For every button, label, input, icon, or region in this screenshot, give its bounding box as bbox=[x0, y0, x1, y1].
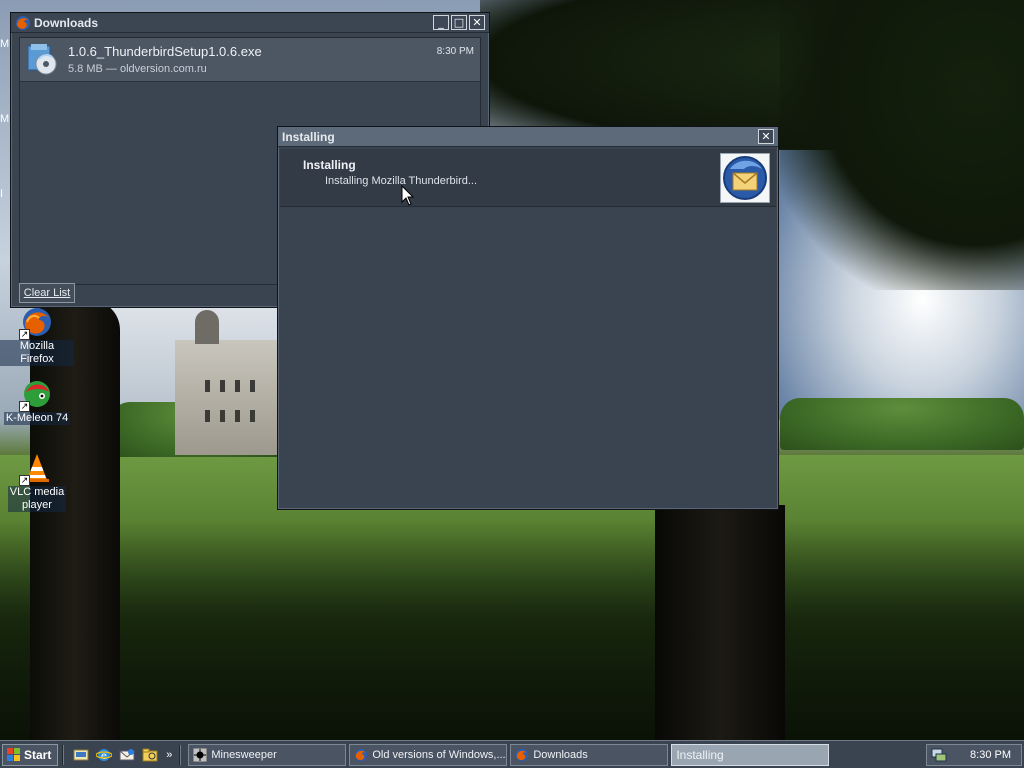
task-label: Downloads bbox=[533, 748, 588, 761]
download-meta: 5.8 MB — oldversion.com.ru bbox=[68, 63, 207, 75]
close-button[interactable]: ✕ bbox=[469, 15, 485, 30]
castle bbox=[175, 310, 277, 455]
desktop-icon-label: Mozilla Firefox bbox=[0, 340, 74, 366]
outlook-icon[interactable] bbox=[117, 745, 137, 765]
vlc-icon: ↗ bbox=[19, 452, 53, 486]
task-downloads[interactable]: Downloads bbox=[510, 743, 669, 766]
window-title: Downloads bbox=[34, 15, 99, 30]
desktop-icon-label: K-Meleon 74 bbox=[3, 412, 71, 425]
minesweeper-icon bbox=[192, 747, 208, 762]
desktop-icon-firefox[interactable]: ↗ Mozilla Firefox bbox=[0, 306, 74, 366]
task-label: Old versions of Windows,... bbox=[372, 748, 506, 761]
installing-window: Installing ✕ Installing Installing Mozil… bbox=[277, 126, 779, 510]
installing-titlebar[interactable]: Installing ✕ bbox=[278, 127, 778, 147]
download-item[interactable]: 1.0.6_ThunderbirdSetup1.0.6.exe 5.8 MB —… bbox=[20, 38, 480, 82]
clock[interactable]: 8:30 PM bbox=[970, 749, 1011, 761]
close-icon: ✕ bbox=[472, 16, 482, 29]
tree-trunk-right bbox=[655, 505, 785, 740]
tree-canopy-right bbox=[780, 0, 1024, 290]
partial-icon-label: M bbox=[0, 38, 10, 50]
start-label: Start bbox=[24, 747, 52, 762]
partial-icon-label: M bbox=[0, 113, 10, 125]
ie-icon[interactable]: e bbox=[94, 745, 114, 765]
taskbar-separator bbox=[179, 744, 182, 765]
quick-launch-overflow[interactable]: » bbox=[163, 745, 175, 765]
firefox-icon: ↗ bbox=[19, 306, 53, 340]
network-icon[interactable] bbox=[931, 747, 947, 763]
taskbar-separator bbox=[62, 744, 65, 765]
desktop-icon-vlc[interactable]: ↗ VLC media player bbox=[0, 452, 74, 512]
kmeleon-icon: ↗ bbox=[19, 378, 53, 412]
partial-icon-label: I bbox=[0, 188, 4, 200]
task-label: Installing bbox=[676, 747, 724, 762]
desktop-icon-kmeleon[interactable]: ↗ K-Meleon 74 bbox=[0, 378, 74, 425]
tree-trunk-left bbox=[30, 300, 120, 740]
taskbar: Start e » Minesweeper Old versions of Wi… bbox=[0, 740, 1024, 768]
desktop-icon-label: VLC media player bbox=[7, 486, 67, 512]
firefox-icon bbox=[354, 748, 368, 762]
hedge-right bbox=[780, 398, 1024, 450]
system-tray: 8:30 PM bbox=[926, 744, 1022, 766]
clear-list-label: Clear List bbox=[23, 287, 71, 299]
windows-logo-icon bbox=[7, 747, 21, 762]
mouse-cursor-icon bbox=[401, 185, 415, 206]
downloads-titlebar[interactable]: Downloads _ □ ✕ bbox=[11, 13, 489, 33]
thunderbird-icon bbox=[720, 153, 770, 203]
task-minesweeper[interactable]: Minesweeper bbox=[188, 743, 347, 766]
firefox-icon bbox=[515, 748, 529, 762]
download-time: 8:30 PM bbox=[436, 46, 474, 57]
close-icon: ✕ bbox=[761, 130, 771, 143]
maximize-button[interactable]: □ bbox=[451, 15, 467, 30]
firefox-icon bbox=[15, 15, 31, 31]
explorer-icon[interactable] bbox=[140, 745, 160, 765]
task-label: Minesweeper bbox=[211, 748, 277, 761]
minimize-icon: _ bbox=[438, 16, 444, 29]
task-old-versions[interactable]: Old versions of Windows,... bbox=[349, 743, 508, 766]
window-title: Installing bbox=[282, 129, 335, 144]
tree-shadow bbox=[0, 520, 1024, 740]
task-installing[interactable]: Installing bbox=[671, 743, 830, 766]
installer-disc-icon bbox=[26, 42, 60, 76]
clear-list-button[interactable]: Clear List bbox=[19, 283, 75, 303]
minimize-button[interactable]: _ bbox=[433, 15, 449, 30]
install-heading: Installing bbox=[303, 158, 356, 172]
close-button[interactable]: ✕ bbox=[758, 129, 774, 144]
start-button[interactable]: Start bbox=[2, 743, 59, 766]
install-header: Installing Installing Mozilla Thunderbir… bbox=[280, 149, 776, 207]
show-desktop-icon[interactable] bbox=[71, 745, 91, 765]
maximize-icon: □ bbox=[453, 16, 465, 29]
download-filename: 1.0.6_ThunderbirdSetup1.0.6.exe bbox=[68, 44, 262, 59]
